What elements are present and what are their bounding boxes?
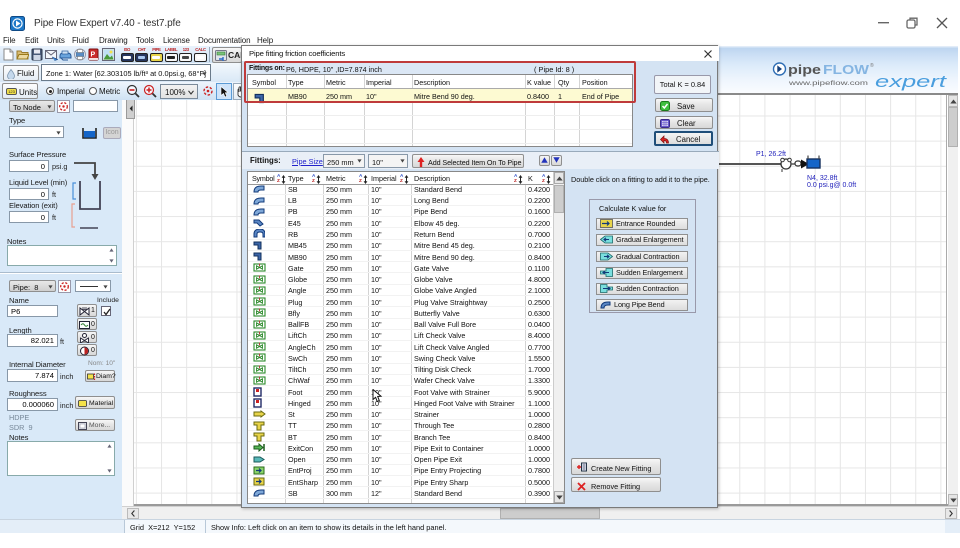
svg-text:pipe: pipe [788, 62, 821, 77]
svg-text:expert: expert [875, 72, 948, 91]
svg-text:FLOW: FLOW [823, 63, 869, 77]
svg-text:www.pipeflow.com: www.pipeflow.com [787, 81, 868, 87]
svg-text:®: ® [870, 62, 874, 69]
svg-text:P: P [91, 52, 96, 59]
